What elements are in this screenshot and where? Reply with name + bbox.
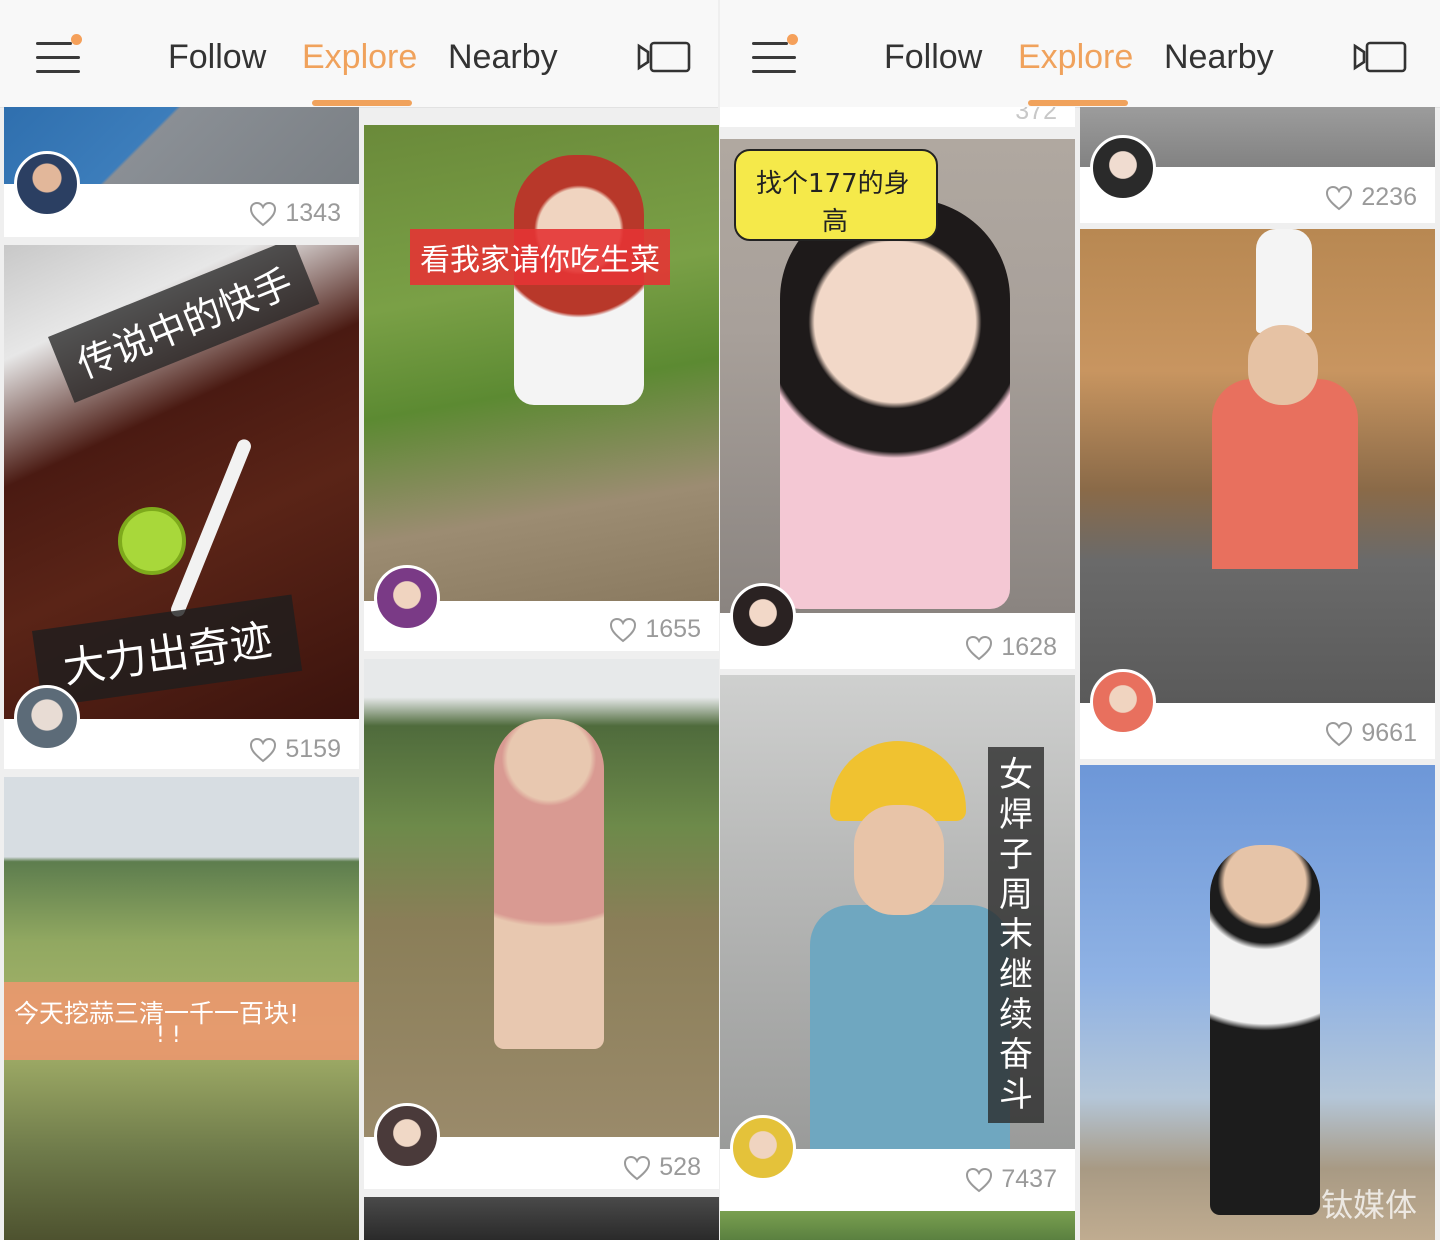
caption-overlay: 女焊子周末继续奋斗 <box>988 747 1044 1123</box>
heart-icon <box>610 617 637 642</box>
tab-follow[interactable]: Follow <box>884 38 982 77</box>
feed-card[interactable] <box>720 1211 1075 1240</box>
avatar[interactable] <box>14 151 80 217</box>
avatar[interactable] <box>1090 669 1156 735</box>
speech-bubble-text: 高 <box>822 207 849 237</box>
feed-column-3: 372 找个177的身 高 1628 女焊子周末继续奋斗 7437 <box>720 107 1076 1240</box>
like-count[interactable]: 528 <box>623 1153 701 1182</box>
feed-card[interactable]: 9661 <box>1080 229 1435 759</box>
like-count[interactable]: 5159 <box>249 735 341 764</box>
feed-card[interactable]: 女焊子周末继续奋斗 7437 <box>720 675 1075 1211</box>
feed-card[interactable] <box>364 1197 719 1240</box>
like-count[interactable]: 1628 <box>965 633 1057 662</box>
heart-icon <box>1326 185 1353 210</box>
like-count-value: 1655 <box>645 615 701 643</box>
top-nav-bar: Follow Explore Nearby <box>0 0 718 108</box>
menu-icon[interactable] <box>752 34 798 78</box>
like-count-value: 9661 <box>1361 719 1417 747</box>
face-image <box>854 805 944 915</box>
tab-nearby[interactable]: Nearby <box>1164 38 1274 77</box>
like-count[interactable]: 1655 <box>609 615 701 644</box>
heart-icon <box>250 201 277 226</box>
camera-icon[interactable] <box>1352 40 1408 74</box>
person-image <box>1210 845 1320 1215</box>
alarm-clock-image <box>118 507 186 575</box>
feed-column-4: 2236 9661 钛媒体 <box>1080 107 1436 1240</box>
like-count-value: 1343 <box>285 199 341 227</box>
video-thumbnail[interactable] <box>364 1197 719 1240</box>
like-count-value: 1628 <box>1001 633 1057 661</box>
like-count-value: 7437 <box>1001 1165 1057 1193</box>
like-count[interactable]: 2236 <box>1325 183 1417 212</box>
caption-overlay: 今天挖蒜三清一千一百块! <box>4 982 359 1060</box>
active-tab-indicator <box>1028 100 1128 106</box>
menu-icon[interactable] <box>36 34 82 78</box>
avatar[interactable] <box>374 565 440 631</box>
feed-card[interactable]: 找个177的身 高 1628 <box>720 139 1075 669</box>
tab-follow[interactable]: Follow <box>168 38 266 77</box>
avatar[interactable] <box>14 685 80 751</box>
like-count[interactable]: 7437 <box>965 1165 1057 1194</box>
feed-card[interactable]: 1343 <box>4 107 359 237</box>
video-thumbnail[interactable] <box>720 1211 1075 1240</box>
caption-overlay: 看我家请你吃生菜 <box>410 229 670 285</box>
feed-card[interactable]: 今天挖蒜三清一千一百块! ! ! <box>4 777 359 1240</box>
tab-explore[interactable]: Explore <box>302 38 417 77</box>
feed-column-1: 1343 传说中的快手 大力出奇迹 5159 今天挖蒜三清一千一百块! ! ! <box>4 107 360 1240</box>
camera-icon[interactable] <box>636 40 692 74</box>
person-image <box>780 199 1010 609</box>
jacket-image <box>810 905 1010 1149</box>
chef-hat-image <box>1256 229 1312 333</box>
top-nav-bar-2: Follow Explore Nearby <box>720 0 1440 108</box>
feed-column-2: 看我家请你吃生菜 1655 528 <box>364 107 720 1240</box>
face-image <box>1248 325 1318 405</box>
caption-overlay: ! ! <box>156 1023 181 1048</box>
avatar[interactable] <box>730 583 796 649</box>
person-image <box>1212 379 1358 569</box>
feed-card[interactable]: 钛媒体 <box>1080 765 1435 1240</box>
watermark-text: 钛媒体 <box>1320 1186 1417 1224</box>
heart-icon <box>250 737 277 762</box>
avatar[interactable] <box>374 1103 440 1169</box>
heart-icon <box>624 1155 651 1180</box>
heart-icon <box>1326 721 1353 746</box>
person-image <box>494 719 604 1049</box>
avatar[interactable] <box>730 1115 796 1181</box>
feed-card[interactable]: 传说中的快手 大力出奇迹 5159 <box>4 245 359 769</box>
like-count-value: 2236 <box>1361 183 1417 211</box>
like-count-value: 372 <box>1015 107 1057 125</box>
like-count-value: 5159 <box>285 735 341 763</box>
feed-card[interactable]: 2236 <box>1080 107 1435 223</box>
active-tab-indicator <box>312 100 412 106</box>
like-count[interactable]: 9661 <box>1325 719 1417 748</box>
tab-nearby[interactable]: Nearby <box>448 38 558 77</box>
like-count[interactable]: 1343 <box>249 199 341 228</box>
heart-icon <box>966 1167 993 1192</box>
feed-card[interactable]: 看我家请你吃生菜 1655 <box>364 125 719 651</box>
feed-card[interactable]: 528 <box>364 659 719 1189</box>
heart-icon <box>966 635 993 660</box>
like-count[interactable]: 372 <box>1015 107 1057 126</box>
like-count-value: 528 <box>659 1153 701 1181</box>
feed-card[interactable]: 372 <box>720 107 1075 127</box>
avatar[interactable] <box>1090 135 1156 201</box>
tab-explore[interactable]: Explore <box>1018 38 1133 77</box>
